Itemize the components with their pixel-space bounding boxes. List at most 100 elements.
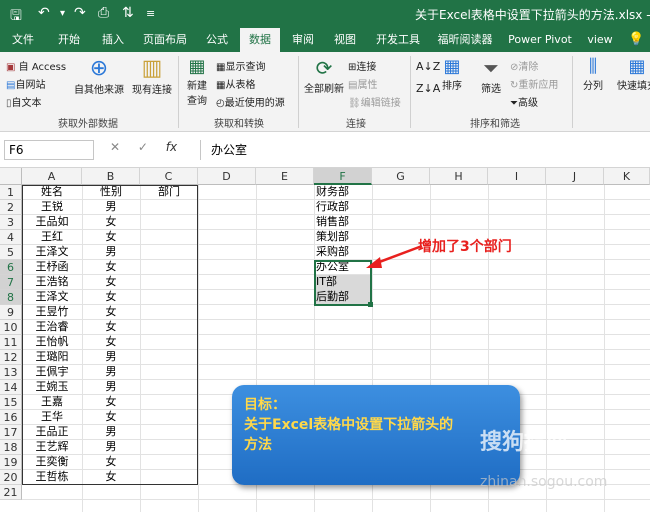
name-cell[interactable]: 王浩铭 (22, 275, 82, 290)
insert-function-icon[interactable]: fx (166, 140, 177, 154)
tab-file[interactable]: 文件 (6, 28, 40, 52)
gender-cell[interactable]: 女 (82, 455, 140, 470)
column-header-i[interactable]: I (488, 168, 546, 185)
column-header-c[interactable]: C (140, 168, 198, 185)
gender-cell[interactable]: 男 (82, 380, 140, 395)
save-icon[interactable]: 🖫 (10, 5, 22, 29)
row-header[interactable]: 18 (0, 440, 22, 455)
name-cell[interactable]: 王婉玉 (22, 380, 82, 395)
department-cell[interactable]: IT部 (314, 275, 372, 290)
row-header[interactable]: 3 (0, 215, 22, 230)
text-to-columns-button[interactable]: ⫼ 分列 (578, 56, 608, 92)
advanced-button[interactable]: ⏷高级 (510, 94, 538, 109)
department-cell[interactable]: 销售部 (314, 215, 372, 230)
department-cell[interactable]: 财务部 (314, 185, 372, 200)
gender-cell[interactable]: 男 (82, 440, 140, 455)
edit-links-button[interactable]: ⛓编辑链接 (348, 94, 401, 109)
from-access-button[interactable]: ▣ 自 Access (6, 58, 66, 73)
gender-cell[interactable]: 女 (82, 335, 140, 350)
tab-view[interactable]: 视图 (328, 28, 362, 52)
gender-cell[interactable]: 女 (82, 275, 140, 290)
name-cell[interactable]: 王泽文 (22, 245, 82, 260)
department-cell[interactable]: 行政部 (314, 200, 372, 215)
gender-cell[interactable]: 男 (82, 350, 140, 365)
row-header[interactable]: 19 (0, 455, 22, 470)
recent-sources-button[interactable]: ◴最近使用的源 (216, 94, 285, 109)
row-header[interactable]: 21 (0, 485, 22, 500)
gender-cell[interactable]: 女 (82, 290, 140, 305)
tab-data[interactable]: 数据 (240, 28, 280, 52)
row-header[interactable]: 20 (0, 470, 22, 485)
column-header-j[interactable]: J (546, 168, 604, 185)
name-cell[interactable]: 王璐阳 (22, 350, 82, 365)
gender-cell[interactable]: 女 (82, 305, 140, 320)
row-header[interactable]: 9 (0, 305, 22, 320)
select-all-corner[interactable] (0, 168, 22, 185)
gender-cell[interactable]: 男 (82, 245, 140, 260)
lightbulb-icon[interactable]: 💡 (628, 28, 644, 52)
gender-cell[interactable]: 男 (82, 425, 140, 440)
gender-cell[interactable]: 女 (82, 260, 140, 275)
gender-cell[interactable]: 女 (82, 215, 140, 230)
header-cell-gender[interactable]: 性别 (82, 185, 140, 200)
row-header[interactable]: 7 (0, 275, 22, 290)
redo-icon[interactable]: ↷ (74, 5, 86, 21)
filter-button[interactable]: ⏷ 筛选 (476, 56, 506, 95)
tab-developer[interactable]: 开发工具 (372, 28, 424, 52)
fill-handle[interactable] (368, 302, 373, 307)
tab-home[interactable]: 开始 (52, 28, 86, 52)
tab-page-layout[interactable]: 页面布局 (140, 28, 190, 52)
gender-cell[interactable]: 男 (82, 200, 140, 215)
new-query-button[interactable]: ▦ 新建 查询 (182, 56, 212, 107)
row-header[interactable]: 15 (0, 395, 22, 410)
department-cell[interactable]: 后勤部 (314, 290, 372, 305)
row-header[interactable]: 8 (0, 290, 22, 305)
gender-cell[interactable]: 女 (82, 410, 140, 425)
name-cell[interactable]: 王品如 (22, 215, 82, 230)
name-cell[interactable]: 王佩宇 (22, 365, 82, 380)
flash-fill-button[interactable]: ▦ 快速填充 (612, 56, 650, 92)
row-header[interactable]: 16 (0, 410, 22, 425)
formula-input[interactable]: 办公室 (200, 140, 645, 160)
column-header-a[interactable]: A (22, 168, 82, 185)
connections-button[interactable]: ⊞连接 (348, 58, 376, 73)
column-header-f[interactable]: F (314, 168, 372, 185)
gender-cell[interactable]: 女 (82, 395, 140, 410)
tab-formulas[interactable]: 公式 (200, 28, 234, 52)
name-cell[interactable]: 王昱竹 (22, 305, 82, 320)
name-cell[interactable]: 王嘉 (22, 395, 82, 410)
reapply-button[interactable]: ↻重新应用 (510, 76, 558, 91)
row-header[interactable]: 10 (0, 320, 22, 335)
sort-az-icon[interactable]: A↓Z (416, 60, 440, 73)
sort-icon[interactable]: ⇅ (122, 5, 134, 21)
tab-insert[interactable]: 插入 (96, 28, 130, 52)
row-header[interactable]: 2 (0, 200, 22, 215)
properties-button[interactable]: ▤属性 (348, 76, 377, 91)
gender-cell[interactable]: 男 (82, 365, 140, 380)
clear-button[interactable]: ⊘清除 (510, 58, 538, 73)
row-header[interactable]: 5 (0, 245, 22, 260)
gender-cell[interactable]: 女 (82, 470, 140, 485)
row-header[interactable]: 1 (0, 185, 22, 200)
undo-dropdown-icon[interactable]: ▾ (60, 8, 65, 19)
from-table-button[interactable]: ▦从表格 (216, 76, 255, 91)
gender-cell[interactable]: 女 (82, 230, 140, 245)
header-cell-name[interactable]: 姓名 (22, 185, 82, 200)
name-cell[interactable]: 王泽文 (22, 290, 82, 305)
name-cell[interactable]: 王华 (22, 410, 82, 425)
from-web-button[interactable]: ▤自网站 (6, 76, 45, 91)
tab-view-en[interactable]: view (584, 28, 616, 52)
name-cell[interactable]: 王艺辉 (22, 440, 82, 455)
refresh-all-button[interactable]: ⟳ 全部刷新 (302, 56, 346, 95)
name-cell[interactable]: 王怡帆 (22, 335, 82, 350)
name-cell[interactable]: 王治睿 (22, 320, 82, 335)
column-header-b[interactable]: B (82, 168, 140, 185)
column-header-h[interactable]: H (430, 168, 488, 185)
show-queries-button[interactable]: ▦显示查询 (216, 58, 265, 73)
row-header[interactable]: 4 (0, 230, 22, 245)
from-text-button[interactable]: ▯自文本 (6, 94, 42, 109)
column-header-k[interactable]: K (604, 168, 650, 185)
from-other-sources-button[interactable]: ⊕ 自其他来源 (74, 56, 124, 96)
name-box[interactable]: F6 (4, 140, 94, 160)
undo-icon[interactable]: ↶ (38, 5, 50, 21)
